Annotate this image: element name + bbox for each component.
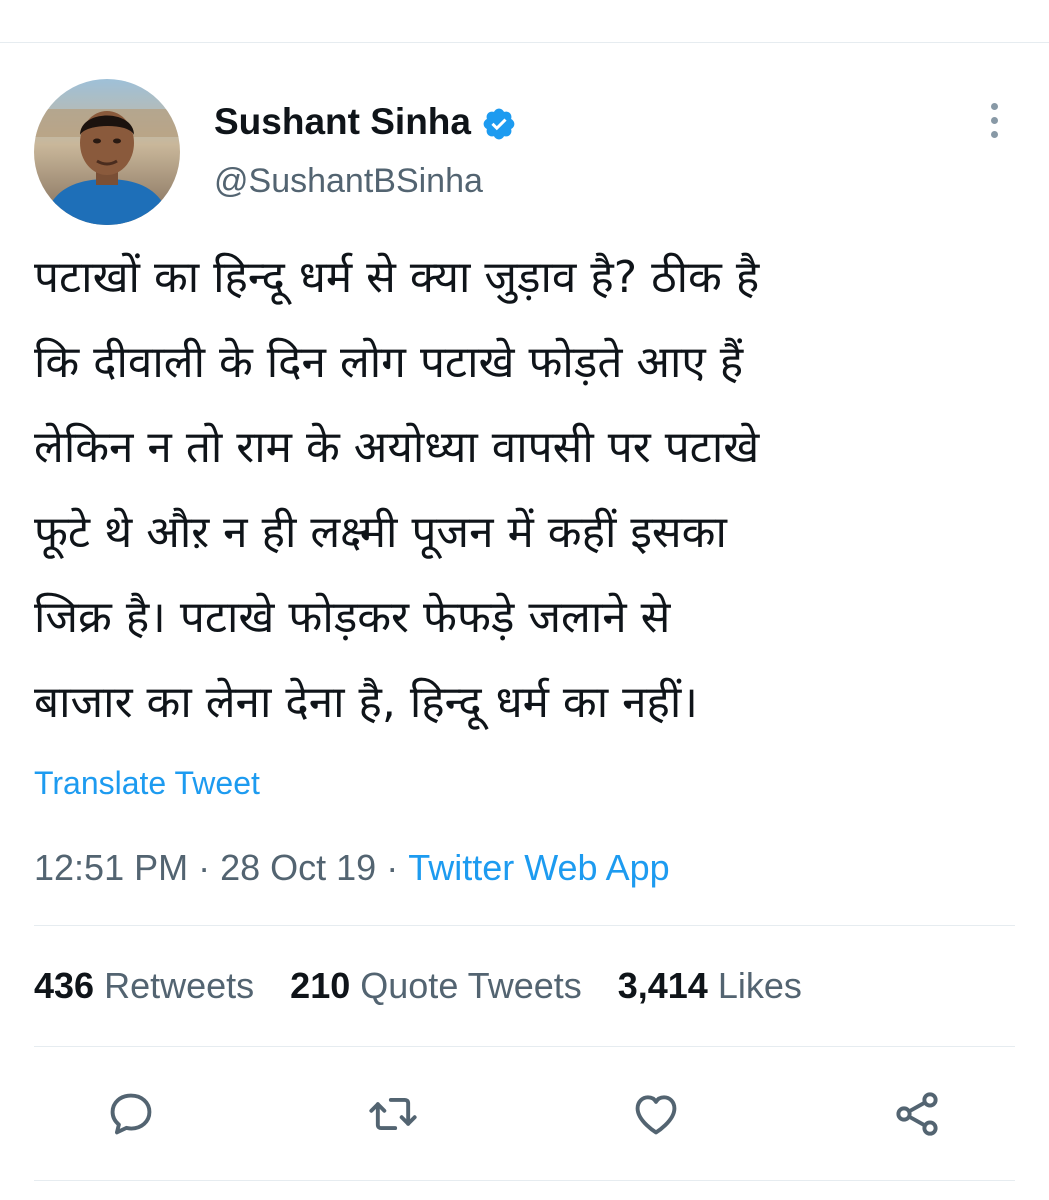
likes-stat[interactable]: 3,414 Likes <box>618 963 802 1009</box>
tweet-metadata: 12:51 PM · 28 Oct 19 · Twitter Web App <box>34 845 670 891</box>
top-divider <box>0 42 1049 43</box>
like-button[interactable] <box>628 1086 684 1142</box>
share-button[interactable] <box>889 1086 945 1142</box>
quote-tweets-count: 210 <box>290 965 351 1006</box>
likes-count: 3,414 <box>617 965 708 1006</box>
tweet-detail-page: Sushant Sinha @SushantBSinha पटाखों का ह… <box>0 0 1049 1200</box>
author-handle[interactable]: @SushantBSinha <box>214 158 483 204</box>
verified-badge-icon <box>481 104 517 140</box>
display-name-text[interactable]: Sushant Sinha <box>214 96 471 148</box>
tweet-date[interactable]: 28 Oct 19 <box>220 847 376 888</box>
separator: · <box>198 847 211 888</box>
likes-label: Likes <box>717 965 802 1006</box>
tweet-source-link[interactable]: Twitter Web App <box>408 847 669 888</box>
quote-tweets-label: Quote Tweets <box>360 965 582 1006</box>
reply-icon <box>110 1093 152 1135</box>
divider <box>34 925 1015 926</box>
divider <box>34 1046 1015 1047</box>
translate-tweet-link[interactable]: Translate Tweet <box>34 763 260 803</box>
tweet-time[interactable]: 12:51 PM <box>34 847 188 888</box>
share-icon <box>896 1092 938 1136</box>
quote-tweets-stat[interactable]: 210 Quote Tweets <box>290 963 582 1009</box>
more-vertical-icon[interactable] <box>974 98 1014 142</box>
retweets-label: Retweets <box>104 965 255 1006</box>
author-name[interactable]: Sushant Sinha <box>214 96 517 148</box>
avatar[interactable] <box>34 79 180 225</box>
retweets-count: 436 <box>34 965 95 1006</box>
profile-photo <box>34 79 180 225</box>
tweet-text: पटाखों का हिन्दू धर्म से क्या जुड़ाव है?… <box>34 252 760 728</box>
retweet-button[interactable] <box>365 1086 421 1142</box>
retweets-stat[interactable]: 436 Retweets <box>34 963 254 1009</box>
engagement-stats: 436 Retweets 210 Quote Tweets 3,414 Like… <box>34 963 802 1009</box>
retweet-icon <box>369 1097 417 1131</box>
reply-button[interactable] <box>103 1086 159 1142</box>
divider <box>34 1180 1015 1181</box>
separator: · <box>386 847 399 888</box>
heart-icon <box>635 1095 677 1135</box>
